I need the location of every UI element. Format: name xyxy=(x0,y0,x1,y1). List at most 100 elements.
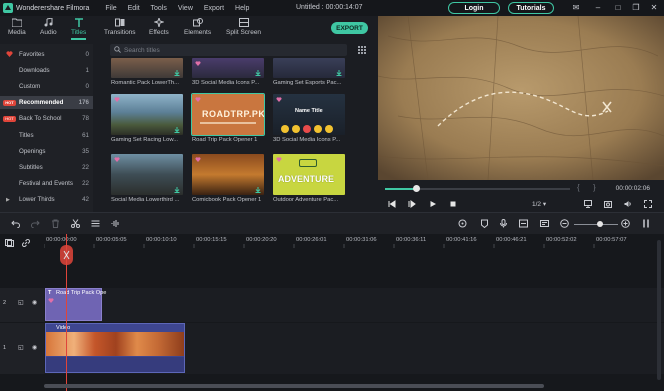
menu-file[interactable]: File xyxy=(105,5,116,12)
play-pause-icon[interactable] xyxy=(408,200,416,208)
scissors-icon xyxy=(63,250,70,260)
marker-icon[interactable] xyxy=(480,219,489,228)
delete-icon[interactable] xyxy=(51,219,60,228)
sidebar-item-titles[interactable]: Titles 61 xyxy=(0,129,93,142)
download-icon[interactable] xyxy=(255,70,261,76)
title-thumbnail[interactable] xyxy=(273,58,345,78)
preview-scrubber[interactable] xyxy=(385,185,570,192)
download-icon[interactable] xyxy=(174,70,180,76)
sidebar-item-custom[interactable]: Custom 0 xyxy=(0,80,93,93)
tab-audio[interactable]: Audio xyxy=(40,18,57,36)
tab-effects[interactable]: Effects xyxy=(149,18,169,36)
sidebar-item-recommended[interactable]: HOT Recommended 176 xyxy=(0,96,93,109)
download-icon[interactable] xyxy=(255,187,261,193)
title-thumbnail[interactable] xyxy=(111,94,183,135)
heart-icon xyxy=(48,298,54,303)
tab-transitions[interactable]: Transitions xyxy=(104,18,136,36)
zoom-in-icon[interactable] xyxy=(621,219,630,228)
sidebar-item-back-to-school[interactable]: HOT Back To School 78 xyxy=(0,112,93,125)
lock-icon[interactable]: ◱ xyxy=(18,299,24,306)
tab-titles[interactable]: Titles xyxy=(71,18,86,40)
export-button[interactable]: EXPORT xyxy=(331,22,368,34)
sidebar-item-openings[interactable]: Openings 35 xyxy=(0,145,93,158)
preview-viewer[interactable] xyxy=(378,16,664,180)
tab-split-screen[interactable]: Split Screen xyxy=(226,18,261,36)
tab-media[interactable]: Media xyxy=(8,18,26,36)
sidebar-count: 1 xyxy=(85,67,89,74)
menu-export[interactable]: Export xyxy=(204,5,224,12)
lock-icon[interactable]: ◱ xyxy=(18,344,24,351)
zoom-slider[interactable] xyxy=(574,221,618,227)
split-audio-icon[interactable] xyxy=(540,219,549,228)
voiceover-icon[interactable] xyxy=(519,219,528,228)
panel-toggle-icon[interactable] xyxy=(643,219,649,228)
preview-frame xyxy=(378,16,664,180)
redo-icon[interactable] xyxy=(31,219,40,228)
sidebar-item-lower-thirds[interactable]: ▶ Lower Thirds 42 xyxy=(0,193,93,206)
track-lane-2[interactable] xyxy=(44,288,664,322)
tab-elements[interactable]: Elements xyxy=(184,18,211,36)
restore-icon[interactable]: □ xyxy=(612,2,624,14)
minimize-icon[interactable]: – xyxy=(592,2,604,14)
previous-frame-icon[interactable] xyxy=(388,200,396,208)
microphone-icon[interactable] xyxy=(499,219,508,228)
scrubber-handle[interactable] xyxy=(412,185,420,192)
title-thumbnail[interactable] xyxy=(111,58,183,78)
title-thumbnail[interactable] xyxy=(192,154,264,195)
monitor-icon[interactable] xyxy=(584,200,592,208)
render-icon[interactable] xyxy=(458,219,467,228)
sidebar-count: 22 xyxy=(82,180,89,187)
cut-icon[interactable] xyxy=(71,219,80,228)
adjust-icon[interactable] xyxy=(91,219,100,228)
stop-icon[interactable] xyxy=(449,200,457,208)
menu-view[interactable]: View xyxy=(178,5,193,12)
track-number: 1 xyxy=(3,345,7,351)
sidebar-item-subtitles[interactable]: Subtitles 22 xyxy=(0,161,93,174)
undo-icon[interactable] xyxy=(11,219,20,228)
download-icon[interactable] xyxy=(336,70,342,76)
download-icon[interactable] xyxy=(174,187,180,193)
add-track-icon[interactable] xyxy=(5,239,14,247)
menu-tools[interactable]: Tools xyxy=(151,5,167,12)
audio-wave-icon[interactable] xyxy=(111,219,120,228)
mark-out-icon[interactable]: } xyxy=(593,183,596,192)
maximize-icon[interactable]: ❐ xyxy=(630,2,642,14)
download-icon[interactable] xyxy=(174,127,180,133)
timeline-ruler[interactable]: 00:00:00:00 00:00:05:05 00:00:10:10 00:0… xyxy=(44,234,664,248)
mark-in-icon[interactable]: { xyxy=(577,183,580,192)
title-thumbnail[interactable]: ROADTRP.PK xyxy=(191,93,265,136)
eye-icon[interactable]: ◉ xyxy=(32,344,37,351)
eye-icon[interactable]: ◉ xyxy=(32,299,37,306)
sidebar-label: Recommended xyxy=(19,99,64,106)
notification-icon[interactable]: ✉ xyxy=(570,2,582,14)
timeline-horizontal-scrollbar[interactable] xyxy=(44,384,544,388)
zoom-slider-handle[interactable] xyxy=(597,221,603,227)
link-icon[interactable] xyxy=(22,239,30,247)
tutorials-button[interactable]: Tutorials xyxy=(508,2,554,14)
preview-quality-select[interactable]: 1/2 ▾ xyxy=(532,200,546,208)
document-title: Untitled : 00:00:14:07 xyxy=(296,4,363,11)
timeline-vertical-scrollbar[interactable] xyxy=(657,240,661,380)
heart-icon xyxy=(195,97,201,102)
fullscreen-icon[interactable] xyxy=(644,200,652,208)
search-input[interactable]: Search titles xyxy=(110,44,347,56)
zoom-out-icon[interactable] xyxy=(560,219,569,228)
volume-icon[interactable] xyxy=(624,200,632,208)
title-thumbnail[interactable] xyxy=(192,58,264,78)
title-thumbnail[interactable]: ADVENTURE xyxy=(273,154,345,195)
snapshot-icon[interactable] xyxy=(604,200,612,208)
play-icon[interactable] xyxy=(429,200,437,208)
playhead-handle[interactable] xyxy=(60,245,73,265)
title-thumbnail[interactable] xyxy=(111,154,183,195)
sidebar-item-festival-and-events[interactable]: Festival and Events 22 xyxy=(0,177,93,190)
sidebar-item-downloads[interactable]: Downloads 1 xyxy=(0,64,93,77)
title-thumbnail[interactable]: Name Title xyxy=(273,94,345,135)
grid-view-icon[interactable] xyxy=(358,46,366,54)
heart-icon xyxy=(276,97,282,102)
sidebar-item-favorites[interactable]: Favorites 0 xyxy=(0,48,93,61)
menu-edit[interactable]: Edit xyxy=(128,5,140,12)
close-icon[interactable]: ✕ xyxy=(648,2,660,14)
login-button[interactable]: Login xyxy=(448,2,500,14)
title-clip[interactable]: T Road Trip Pack Ope xyxy=(45,288,106,321)
menu-help[interactable]: Help xyxy=(235,5,249,12)
